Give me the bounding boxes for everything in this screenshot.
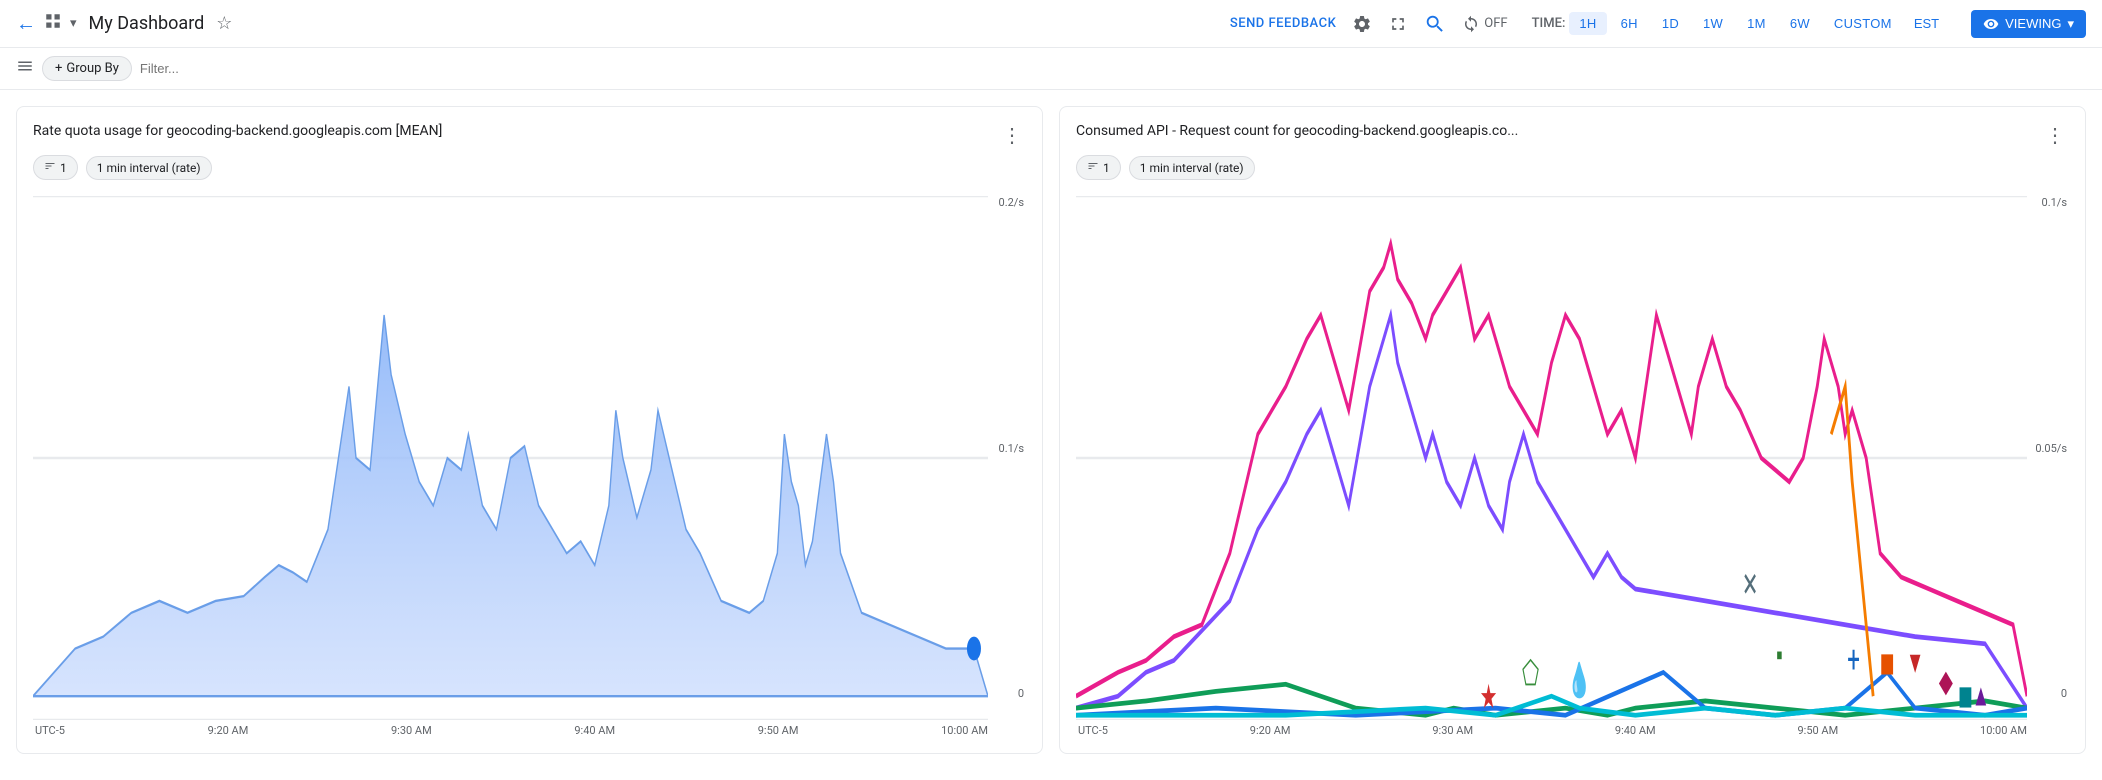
chart-1-meta: 1 1 min interval (rate) [33, 155, 1026, 180]
chart-2-interval-label: 1 min interval (rate) [1140, 161, 1244, 175]
chart-2-x-0: UTC-5 [1078, 724, 1108, 737]
favorite-star-icon[interactable]: ☆ [216, 13, 232, 34]
chart-2-interval-chip: 1 min interval (rate) [1129, 156, 1255, 180]
chart-1-area: 0.2/s 0.1/s 0 [33, 196, 1026, 720]
svg-text:✕: ✕ [1742, 566, 1758, 605]
svg-text:▼: ▼ [1906, 644, 1924, 681]
chart-1-x-3: 9:40 AM [574, 724, 615, 737]
chart-2-title: Consumed API - Request count for geocodi… [1076, 123, 2041, 139]
chart-1-x-2: 9:30 AM [391, 724, 432, 737]
chart-2-y-top: 0.1/s [2042, 196, 2067, 209]
chart-1-wrapper: 0.2/s 0.1/s 0 [33, 196, 1026, 737]
app-header: ← ▾ My Dashboard ☆ SEND FEEDBACK OFF TIM… [0, 0, 2102, 48]
back-button[interactable]: ← [16, 11, 36, 36]
filter-bar: + Group By [0, 48, 2102, 90]
chart-2-meta: 1 1 min interval (rate) [1076, 155, 2069, 180]
filter-chip-icon [44, 160, 56, 175]
chart-2-y-labels: 0.1/s 0.05/s 0 [2035, 196, 2069, 700]
chart-2-x-1: 9:20 AM [1250, 724, 1291, 737]
chart-2-x-5: 10:00 AM [1980, 724, 2027, 737]
chart-1-y-mid: 0.1/s [999, 442, 1024, 455]
svg-text:+: + [1847, 637, 1860, 682]
group-by-plus-icon: + [55, 61, 62, 76]
chart-1-interval-label: 1 min interval (rate) [97, 161, 201, 175]
chart-1-x-labels: UTC-5 9:20 AM 9:30 AM 9:40 AM 9:50 AM 10… [33, 724, 1026, 737]
group-by-label: Group By [66, 61, 119, 76]
chart-1-filter-count: 1 [60, 161, 67, 175]
chart-1-more-icon[interactable]: ⋮ [998, 123, 1026, 147]
time-1d-button[interactable]: 1D [1652, 12, 1689, 35]
send-feedback-button[interactable]: SEND FEEDBACK [1230, 16, 1336, 31]
svg-text:★: ★ [1480, 678, 1498, 717]
viewing-label: VIEWING [2005, 16, 2061, 31]
search-icon[interactable] [1424, 13, 1446, 35]
chart-2-filter-chip[interactable]: 1 [1076, 155, 1121, 180]
chart-2-x-4: 9:50 AM [1797, 724, 1838, 737]
chart-2-area: 0.1/s 0.05/s 0 [1076, 196, 2069, 720]
chart-1-y-top: 0.2/s [999, 196, 1024, 209]
filter-input[interactable] [140, 61, 2086, 76]
chart-2-wrapper: 0.1/s 0.05/s 0 [1076, 196, 2069, 737]
chart-1-header: Rate quota usage for geocoding-backend.g… [33, 123, 1026, 147]
chart-2-more-icon[interactable]: ⋮ [2041, 123, 2069, 147]
chart-2-y-mid: 0.05/s [2035, 442, 2067, 455]
hamburger-icon[interactable] [16, 57, 34, 80]
time-label: TIME: [1532, 16, 1566, 31]
svg-text:◼: ◼ [1958, 678, 1973, 715]
time-custom-button[interactable]: CUSTOM [1824, 12, 1902, 35]
svg-text:▲: ▲ [1972, 678, 1990, 715]
svg-text:◼: ◼ [1880, 644, 1895, 681]
chart-2-filter-count: 1 [1103, 161, 1110, 175]
time-1w-button[interactable]: 1W [1693, 12, 1733, 35]
time-6w-button[interactable]: 6W [1780, 12, 1820, 35]
chart-2-y-bottom: 0 [2061, 687, 2067, 700]
viewing-button[interactable]: VIEWING ▾ [1971, 10, 2086, 38]
main-content: Rate quota usage for geocoding-backend.g… [0, 90, 2102, 770]
chart-card-2: Consumed API - Request count for geocodi… [1059, 106, 2086, 754]
fullscreen-icon[interactable] [1388, 14, 1408, 34]
auto-refresh-label: OFF [1484, 16, 1507, 31]
chart-2-x-3: 9:40 AM [1615, 724, 1656, 737]
chart-2-header: Consumed API - Request count for geocodi… [1076, 123, 2069, 147]
chart-1-y-bottom: 0 [1018, 687, 1024, 700]
group-by-button[interactable]: + Group By [42, 56, 132, 81]
dashboard-grid-icon[interactable] [44, 12, 62, 35]
chart-2-x-2: 9:30 AM [1432, 724, 1473, 737]
chart-1-y-labels: 0.2/s 0.1/s 0 [999, 196, 1026, 700]
time-section: TIME: 1H 6H 1D 1W 1M 6W CUSTOM EST [1532, 12, 1948, 35]
viewing-dropdown-arrow: ▾ [2067, 16, 2074, 32]
chart-1-x-0: UTC-5 [35, 724, 65, 737]
header-left: ← ▾ My Dashboard ☆ [16, 11, 1222, 36]
chart-1-title: Rate quota usage for geocoding-backend.g… [33, 123, 998, 139]
auto-refresh-toggle[interactable]: OFF [1462, 15, 1507, 33]
timezone-button[interactable]: EST [1906, 12, 1947, 35]
time-6h-button[interactable]: 6H [1611, 12, 1648, 35]
chart-card-1: Rate quota usage for geocoding-backend.g… [16, 106, 1043, 754]
time-1m-button[interactable]: 1M [1737, 12, 1776, 35]
svg-text:◆: ◆ [1939, 663, 1953, 700]
page-title: My Dashboard [89, 13, 205, 34]
dashboard-dropdown-arrow[interactable]: ▾ [70, 16, 77, 31]
svg-text:⬠: ⬠ [1522, 654, 1539, 693]
settings-icon[interactable] [1352, 14, 1372, 34]
chart-2-filter-chip-icon [1087, 160, 1099, 175]
chart-2-x-labels: UTC-5 9:20 AM 9:30 AM 9:40 AM 9:50 AM 10… [1076, 724, 2069, 737]
chart-1-interval-chip: 1 min interval (rate) [86, 156, 212, 180]
chart-1-filter-chip[interactable]: 1 [33, 155, 78, 180]
chart-2-svg: ★ ⬠ 💧 ✕ ▪ + ◼ ▼ ◆ [1076, 196, 2027, 720]
svg-text:▪: ▪ [1776, 637, 1782, 674]
header-center: SEND FEEDBACK OFF TIME: 1H 6H 1D 1W 1M 6… [1230, 10, 2086, 38]
chart-1-x-5: 10:00 AM [941, 724, 988, 737]
time-1h-button[interactable]: 1H [1569, 12, 1606, 35]
chart-1-svg [33, 196, 988, 720]
chart-1-x-4: 9:50 AM [758, 724, 799, 737]
svg-text:💧: 💧 [1567, 661, 1591, 700]
chart-1-x-1: 9:20 AM [208, 724, 249, 737]
